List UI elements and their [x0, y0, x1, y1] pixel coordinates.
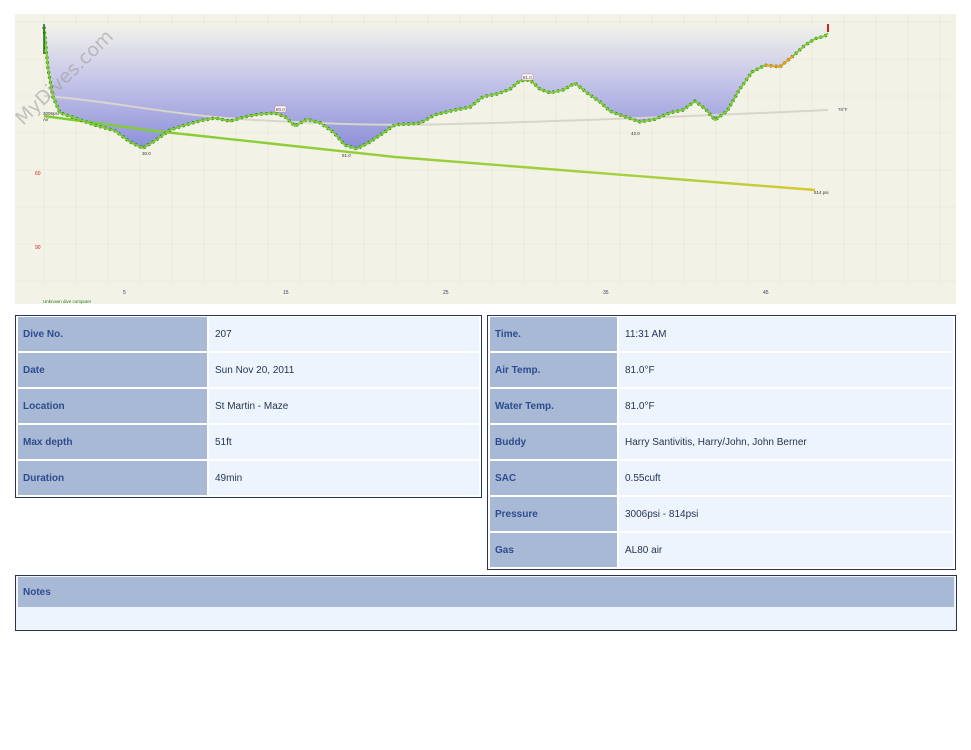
temp-marker-2: 81.0	[521, 73, 534, 81]
gas-value: AL80 air	[619, 533, 953, 567]
depth-axis-label-60: 60	[35, 171, 41, 177]
dive-info-table: Dive No. 207 Date Sun Nov 20, 2011 Locat…	[15, 315, 482, 498]
date-value: Sun Nov 20, 2011	[209, 353, 479, 387]
sac-row: SAC 0.55cuft	[490, 461, 953, 495]
max-depth-value: 51ft	[209, 425, 479, 459]
duration-row: Duration 49min	[18, 461, 479, 495]
gas-label: Air	[43, 117, 49, 122]
time-axis-label-15: 15	[283, 290, 289, 296]
time-axis-label-45: 45	[763, 290, 769, 296]
duration-value: 49min	[209, 461, 479, 495]
pressure-value: 3006psi - 814psi	[619, 497, 953, 531]
pressure-label: Pressure	[490, 497, 617, 531]
date-label: Date	[18, 353, 207, 387]
right-temp-label: 78°F	[838, 107, 848, 112]
dive-profile-chart: MyDives.com 3006psi Air 814 psi 78°F Unk…	[15, 14, 956, 304]
depth-axis-label-90: 90	[35, 245, 41, 251]
sac-label: SAC	[490, 461, 617, 495]
conditions-table: Time. 11:31 AM Air Temp. 81.0°F Water Te…	[487, 315, 956, 570]
end-pressure-label: 814 psi	[814, 190, 829, 195]
pressure-row: Pressure 3006psi - 814psi	[490, 497, 953, 531]
time-axis-label-25: 25	[443, 290, 449, 296]
date-row: Date Sun Nov 20, 2011	[18, 353, 479, 387]
start-pressure-label: 3006psi	[43, 111, 59, 116]
air-temp-label: Air Temp.	[490, 353, 617, 387]
time-axis-label-35: 35	[603, 290, 609, 296]
gas-label-cell: Gas	[490, 533, 617, 567]
air-temp-row: Air Temp. 81.0°F	[490, 353, 953, 387]
water-temp-label: Water Temp.	[490, 389, 617, 423]
temp-marker-1-text: 80.0	[276, 107, 285, 112]
dive-number-label: Dive No.	[18, 317, 207, 351]
time-axis-label-5: 5	[123, 290, 126, 296]
location-row: Location St Martin - Maze	[18, 389, 479, 423]
location-value: St Martin - Maze	[209, 389, 479, 423]
max-depth-row: Max depth 51ft	[18, 425, 479, 459]
time-label: Time.	[490, 317, 617, 351]
buddy-row: Buddy Harry Santivitis, Harry/John, John…	[490, 425, 953, 459]
temp-marker-1: 80.0	[274, 105, 287, 113]
max-depth-label: Max depth	[18, 425, 207, 459]
dive-computer-label: Unknown dive computer	[43, 299, 92, 304]
dive-number-row: Dive No. 207	[18, 317, 479, 351]
dive-number-value: 207	[209, 317, 479, 351]
time-row: Time. 11:31 AM	[490, 317, 953, 351]
depth-marker-min3: 42.0	[631, 131, 640, 136]
water-temp-row: Water Temp. 81.0°F	[490, 389, 953, 423]
sac-value: 0.55cuft	[619, 461, 953, 495]
temp-marker-2-text: 81.0	[523, 75, 532, 80]
depth-marker-min1: 30.0	[142, 151, 151, 156]
duration-label: Duration	[18, 461, 207, 495]
location-label: Location	[18, 389, 207, 423]
depth-area-fill	[44, 24, 828, 149]
buddy-value: Harry Santivitis, Harry/John, John Berne…	[619, 425, 953, 459]
water-temp-value: 81.0°F	[619, 389, 953, 423]
air-temp-value: 81.0°F	[619, 353, 953, 387]
gas-row: Gas AL80 air	[490, 533, 953, 567]
depth-marker-max: 51.0	[342, 153, 351, 158]
buddy-label: Buddy	[490, 425, 617, 459]
time-value: 11:31 AM	[619, 317, 953, 351]
notes-body	[18, 607, 954, 628]
notes-section: Notes	[15, 575, 957, 631]
notes-header: Notes	[18, 577, 954, 607]
